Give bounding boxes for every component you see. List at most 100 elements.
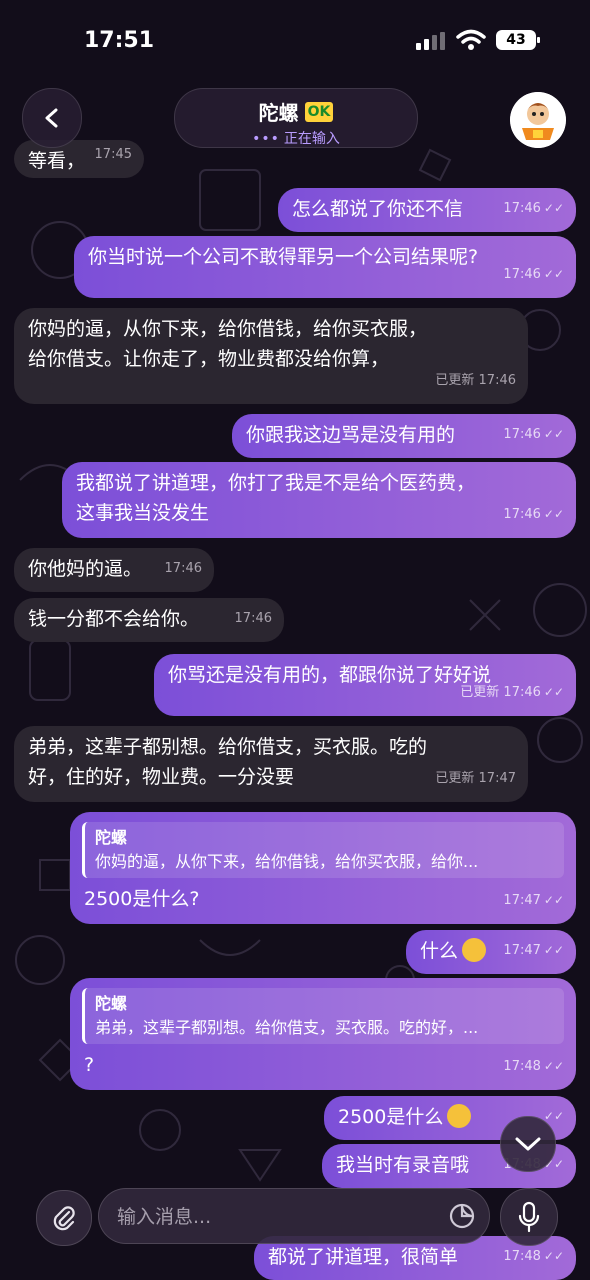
incoming-message[interactable]: 等看， 17:45 [14,140,144,178]
message-meta: 17:48✓✓ [503,1051,564,1082]
avatar[interactable] [510,92,566,148]
chevron-down-icon [515,1137,541,1151]
message-meta: 17:46 ✓✓ [503,419,564,450]
chevron-left-icon [45,108,58,128]
message-text: 钱一分都不会给你。 [28,608,200,630]
reply-quote[interactable]: 陀螺弟弟，这辈子都别想。给你借支，买衣服。吃的好，... [82,988,564,1044]
double-check-icon: ✓✓ [543,267,564,281]
message-time: 17:45 [94,147,132,162]
message-text: 2500是什么 [338,1106,444,1128]
thinking-face-icon [447,1103,472,1128]
message-meta: 17:45 [95,140,132,170]
double-check-icon: ✓✓ [543,1249,564,1263]
reply-quote-text: 你妈的逼，从你下来，给你借钱，给你买衣服，给你... [95,852,479,871]
sticker-icon[interactable] [447,1201,477,1231]
incoming-message[interactable]: 钱一分都不会给你。 17:46 [14,598,284,642]
message-text: 什么 [420,940,459,962]
message-text: 你他妈的逼。 [28,558,143,580]
attach-button[interactable] [36,1190,92,1246]
status-time: 17:51 [84,28,155,53]
battery-indicator: 43 [496,30,540,50]
message-time: 17:48 [503,1059,541,1074]
message-meta: 17:46 ✓✓ [503,499,564,530]
message-text: 弟弟，这辈子都别想。给你借支，买衣服。吃的 好，住的好，物业费。一分没要 [28,736,428,788]
reply-quote[interactable]: 陀螺你妈的逼，从你下来，给你借钱，给你买衣服，给你... [82,822,564,878]
outgoing-message[interactable]: 你当时说一个公司不敢得罪另一个公司结果呢? 17:46 ✓✓ [74,236,576,298]
message-time: 17:46 [503,507,541,522]
double-check-icon: ✓✓ [543,201,564,215]
edited-label: 已更新 [435,771,475,786]
incoming-message[interactable]: 你他妈的逼。 17:46 [14,548,214,592]
double-check-icon: ✓✓ [543,685,564,699]
reply-quote-text: 弟弟，这辈子都别想。给你借支，买衣服。吃的好，... [95,1018,479,1037]
double-check-icon: ✓✓ [543,893,564,907]
message-text: 你妈的逼，从你下来，给你借钱，给你买衣服， 给你借支。让你走了，物业费都没给你算… [28,318,428,370]
message-time: 17:46 [234,611,272,626]
incoming-message[interactable]: 弟弟，这辈子都别想。给你借支，买衣服。吃的 好，住的好，物业费。一分没要 已更新 … [14,726,528,802]
message-meta: 17:46 [235,604,272,634]
outgoing-message[interactable]: 我都说了讲道理，你打了我是不是给个医药费， 这事我当没发生 17:46 ✓✓ [62,462,576,538]
message-time: 17:46 [503,201,541,216]
typing-status: ••• 正在输入 [175,128,417,148]
message-time: 17:47 [478,771,516,786]
scroll-down-button[interactable] [500,1116,556,1172]
message-text: 我当时有录音哦 [336,1154,470,1176]
message-meta: 已更新 17:46 [435,366,516,396]
microphone-icon [518,1201,540,1233]
message-input[interactable] [115,1189,439,1245]
message-text: 都说了讲道理，很简单 [268,1246,459,1268]
reply-quote-author: 陀螺 [95,994,128,1013]
cellular-signal-icon [416,32,448,50]
chat-title: 陀螺 [258,101,299,125]
outgoing-message[interactable]: 你跟我这边骂是没有用的 17:46 ✓✓ [232,414,576,458]
back-button[interactable] [22,88,82,148]
double-check-icon: ✓✓ [543,1109,564,1123]
voice-record-button[interactable] [500,1188,558,1246]
avatar-image [510,92,566,148]
double-check-icon: ✓✓ [543,1059,564,1073]
double-check-icon: ✓✓ [543,427,564,441]
double-check-icon: ✓✓ [543,507,564,521]
message-text: 我都说了讲道理，你打了我是不是给个医药费， 这事我当没发生 [76,472,476,524]
message-text: 你跟我这边骂是没有用的 [246,424,456,446]
message-meta: 17:46 [165,554,202,584]
message-meta: 17:47 ✓✓ [503,885,564,916]
outgoing-message[interactable]: 什么 17:47 ✓✓ [406,930,576,974]
message-input-box[interactable] [98,1188,490,1245]
message-text: 2500是什么? [84,888,200,910]
outgoing-message[interactable]: 陀螺你妈的逼，从你下来，给你借钱，给你买衣服，给你... 2500是什么? 17:4… [70,812,576,924]
status-bar: 17:51 43 [0,0,590,80]
message-text: 你骂还是没有用的，都跟你说了好好说 [168,664,492,686]
message-time: 17:47 [503,893,541,908]
message-meta: 已更新 17:46 ✓✓ [460,677,564,708]
outgoing-message[interactable]: 怎么都说了你还不信 17:46 ✓✓ [278,188,576,232]
message-time: 17:48 [503,1249,541,1264]
message-time: 17:46 [164,561,202,576]
outgoing-message[interactable]: 陀螺弟弟，这辈子都别想。给你借支，买衣服。吃的好，...? 17:48 ✓✓ [70,978,576,1090]
message-text: 你当时说一个公司不敢得罪另一个公司结果呢? [88,246,479,268]
message-time: 17:46 [503,427,541,442]
typing-dots: ••• [252,131,280,147]
message-text: 等看， [28,150,86,172]
thinking-face-icon [462,937,487,962]
wifi-icon [456,29,486,50]
edited-label: 已更新 [460,685,500,700]
chat-header[interactable]: 陀螺 OK ••• 正在输入 [174,88,418,148]
edited-label: 已更新 [435,373,475,388]
message-text: ? [84,1054,95,1076]
message-time: 17:46 [503,267,541,282]
message-time: 17:47 [503,943,541,958]
message-meta: 17:46 ✓✓ [503,259,564,290]
message-meta: 17:47 ✓✓ [503,935,564,966]
message-time: 17:46 [478,373,516,388]
message-meta: 17:46 ✓✓ [503,193,564,224]
outgoing-message[interactable]: 你骂还是没有用的，都跟你说了好好说 已更新 17:46 ✓✓ [154,654,576,716]
paperclip-icon [53,1206,75,1231]
message-meta: 已更新 17:47 [435,764,516,794]
message-time: 17:46 [503,685,541,700]
incoming-message[interactable]: 你妈的逼，从你下来，给你借钱，给你买衣服， 给你借支。让你走了，物业费都没给你算… [14,308,528,404]
double-check-icon: ✓✓ [543,943,564,957]
typing-label: 正在输入 [283,131,340,147]
reply-quote-author: 陀螺 [95,828,128,847]
ok-emoji-badge: OK [304,101,334,122]
